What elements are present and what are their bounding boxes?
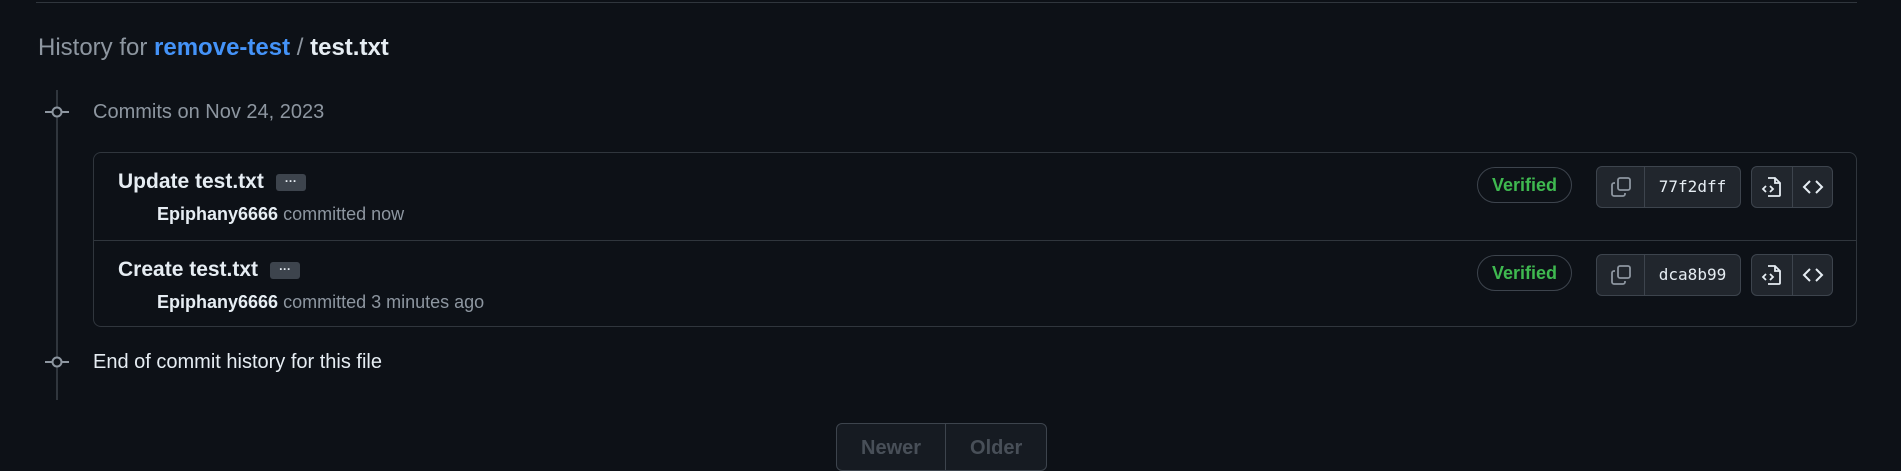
commit-time: committed now — [283, 204, 405, 224]
commit-title-link[interactable]: Create test.txt — [118, 258, 258, 281]
end-of-history-text: End of commit history for this file — [93, 351, 382, 373]
commit-sha-link[interactable]: dca8b99 — [1645, 255, 1740, 295]
verified-badge[interactable]: Verified — [1477, 167, 1572, 203]
expand-message-button[interactable]: ··· — [270, 261, 301, 279]
commit-title-row: Update test.txt ··· — [118, 169, 306, 195]
top-divider — [36, 2, 1857, 3]
git-commit-icon — [45, 355, 69, 369]
file-code-icon[interactable] — [1752, 167, 1792, 207]
sha-button-group: dca8b99 — [1596, 254, 1741, 296]
git-commit-icon — [45, 105, 69, 119]
breadcrumb-separator: / — [296, 34, 304, 61]
code-icon[interactable] — [1792, 255, 1832, 295]
commit-actions — [1751, 254, 1833, 296]
commit-history-page: History for remove-test / test.txt Commi… — [0, 0, 1901, 471]
commit-meta: Epiphany6666 committed now — [157, 203, 404, 225]
newer-button[interactable]: Newer — [837, 424, 945, 470]
expand-message-button[interactable]: ··· — [275, 173, 306, 191]
file-code-icon[interactable] — [1752, 255, 1792, 295]
older-button[interactable]: Older — [945, 424, 1046, 470]
verified-badge[interactable]: Verified — [1477, 255, 1572, 291]
author-link[interactable]: Epiphany6666 — [157, 292, 278, 312]
commit-meta: Epiphany6666 committed 3 minutes ago — [157, 291, 484, 313]
repo-link[interactable]: remove-test — [154, 34, 290, 61]
breadcrumb-prefix: History for — [38, 34, 148, 61]
author-link[interactable]: Epiphany6666 — [157, 204, 278, 224]
commit-title-link[interactable]: Update test.txt — [118, 170, 264, 193]
sha-button-group: 77f2dff — [1596, 166, 1741, 208]
list-item: Create test.txt ··· Epiphany6666 committe… — [94, 240, 1856, 327]
list-item: Update test.txt ··· Epiphany6666 committe… — [94, 153, 1856, 240]
timeline-line — [56, 90, 58, 400]
commit-sha-link[interactable]: 77f2dff — [1645, 167, 1740, 207]
copy-icon[interactable] — [1597, 167, 1645, 207]
file-name: test.txt — [310, 34, 389, 61]
commit-list: Update test.txt ··· Epiphany6666 committe… — [93, 152, 1857, 327]
copy-icon[interactable] — [1597, 255, 1645, 295]
commit-actions — [1751, 166, 1833, 208]
commit-title-row: Create test.txt ··· — [118, 257, 301, 283]
commit-group-title: Commits on Nov 24, 2023 — [93, 101, 325, 123]
commit-time: committed 3 minutes ago — [283, 292, 485, 312]
code-icon[interactable] — [1792, 167, 1832, 207]
breadcrumb: History for remove-test / test.txt — [38, 33, 389, 63]
pagination: Newer Older — [836, 423, 1048, 471]
